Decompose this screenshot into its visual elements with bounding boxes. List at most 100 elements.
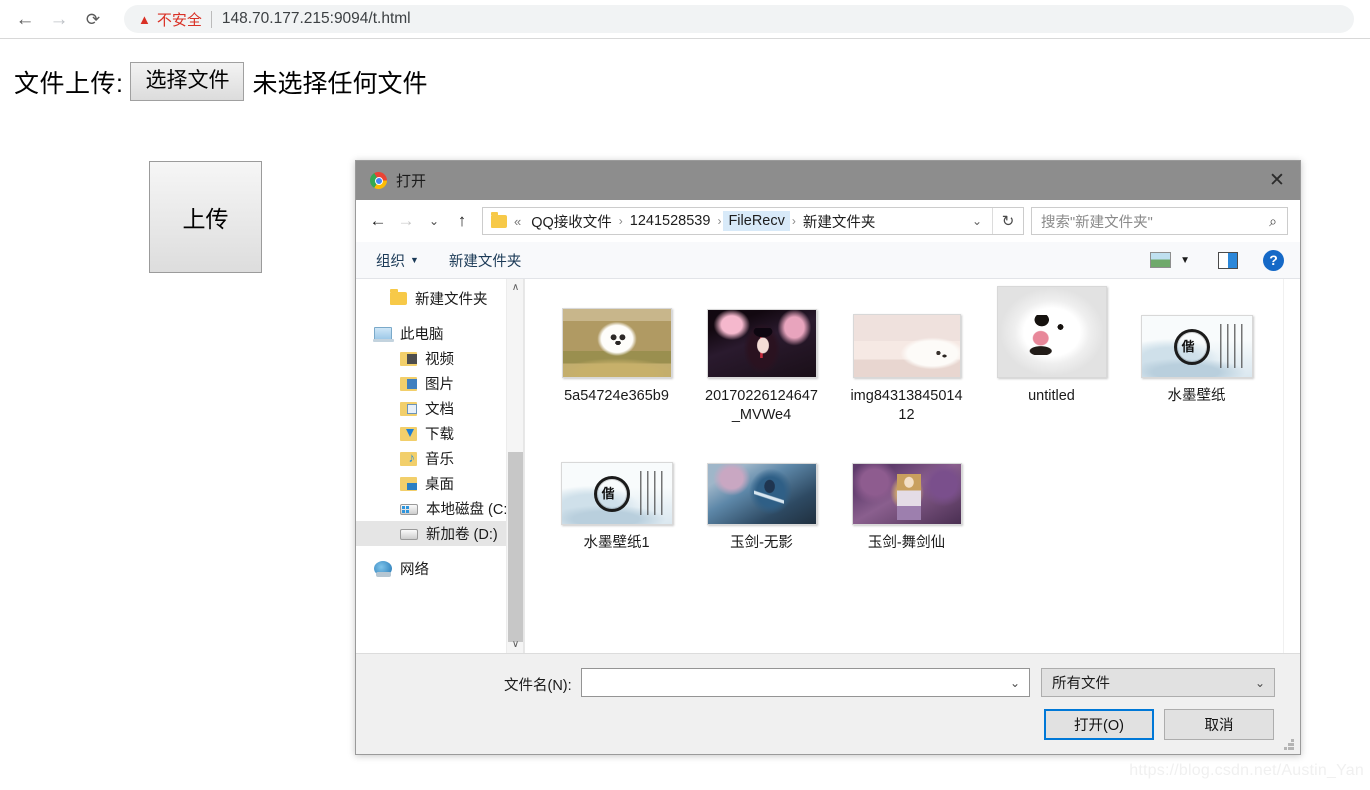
help-icon[interactable]: ?: [1263, 249, 1284, 271]
chevron-down-icon[interactable]: ∨: [507, 636, 524, 653]
breadcrumb-item-qq[interactable]: QQ接收文件: [526, 209, 617, 234]
tree-item-documents[interactable]: 文档: [356, 396, 524, 421]
tree-item-pictures[interactable]: 图片: [356, 371, 524, 396]
dialog-forward-button[interactable]: →: [392, 207, 420, 235]
ink-text-block: [639, 471, 666, 516]
browser-forward-button[interactable]: →: [42, 2, 76, 36]
tree-item-label: 桌面: [425, 477, 454, 493]
tree-item-label: 下载: [425, 427, 454, 443]
thumbnail-wrap: [852, 293, 961, 378]
file-list-scrollbar[interactable]: [1283, 279, 1300, 653]
file-item[interactable]: untitled: [980, 286, 1123, 424]
thumbnail-wrap: 偕: [1140, 293, 1253, 378]
tree-item-new-folder[interactable]: 新建文件夹: [356, 286, 524, 311]
up-one-level-button[interactable]: ↑: [448, 207, 476, 235]
search-icon[interactable]: ⌕: [1269, 213, 1287, 230]
cancel-button[interactable]: 取消: [1164, 709, 1274, 740]
omnibox-divider: [210, 10, 212, 28]
new-folder-button[interactable]: 新建文件夹: [449, 250, 522, 271]
search-placeholder: 搜索"新建文件夹": [1041, 214, 1153, 231]
breadcrumb-item-newfolder[interactable]: 新建文件夹: [798, 209, 881, 234]
filename-input[interactable]: ⌄: [581, 668, 1030, 697]
resize-grip-icon[interactable]: [1284, 739, 1295, 750]
chevron-down-icon[interactable]: ⌄: [1010, 676, 1020, 690]
open-button[interactable]: 打开(O): [1044, 709, 1154, 740]
organize-menu-button[interactable]: 组织 ▼: [376, 250, 419, 271]
network-icon: [374, 561, 392, 577]
downloads-folder-icon: [400, 426, 417, 441]
chevron-down-icon[interactable]: ▼: [1180, 255, 1190, 266]
thumbnail-wrap: [706, 293, 817, 378]
chevron-down-icon[interactable]: ⌄: [968, 214, 992, 228]
file-item[interactable]: 玉剑-舞剑仙: [835, 440, 978, 553]
refresh-icon[interactable]: ↻: [993, 208, 1023, 234]
browser-reload-button[interactable]: ⟳: [76, 2, 110, 36]
details-pane-icon[interactable]: [1218, 251, 1238, 269]
file-item[interactable]: 偕 水墨壁纸1: [545, 440, 688, 553]
dialog-command-toolbar: 组织 ▼ 新建文件夹 ▼ ?: [356, 242, 1300, 279]
organize-label: 组织: [376, 253, 405, 270]
tree-item-new-volume-d[interactable]: 新加卷 (D:): [356, 521, 524, 546]
ink-glyph: 偕: [601, 487, 615, 503]
file-thumbnail: [851, 463, 962, 526]
scrollbar-thumb[interactable]: [508, 452, 523, 642]
music-folder-icon: [400, 451, 417, 466]
breadcrumb-overflow[interactable]: «: [514, 214, 521, 229]
choose-file-button[interactable]: 选择文件: [130, 62, 245, 102]
pictures-folder-icon: [400, 376, 417, 391]
address-bar[interactable]: ▲ 不安全 148.70.177.215:9094/t.html: [124, 5, 1354, 33]
browser-back-button[interactable]: ←: [8, 2, 42, 36]
breadcrumb-item-filerecv[interactable]: FileRecv: [723, 211, 790, 231]
tree-item-label: 文档: [425, 402, 454, 418]
breadcrumb[interactable]: « QQ接收文件 › 1241528539 › FileRecv › 新建文件夹…: [482, 207, 1024, 235]
file-name-label: untitled: [1028, 388, 1075, 404]
folder-icon: [491, 211, 507, 228]
breadcrumb-item-qqnumber[interactable]: 1241528539: [625, 211, 716, 231]
dialog-title-bar: 打开 ✕: [356, 161, 1300, 200]
tree-item-downloads[interactable]: 下载: [356, 421, 524, 446]
recent-locations-button[interactable]: ⌄: [420, 207, 448, 235]
tree-item-music[interactable]: 音乐: [356, 446, 524, 471]
thumbnail-wrap: [996, 286, 1107, 378]
tree-scrollbar[interactable]: ∧ ∨: [506, 279, 524, 653]
file-name-label: 水墨壁纸: [1167, 388, 1226, 404]
documents-folder-icon: [400, 401, 417, 416]
tree-item-label: 视频: [425, 352, 454, 368]
thumbnail-wrap: 偕: [560, 440, 673, 526]
chevron-up-icon[interactable]: ∧: [507, 279, 524, 296]
close-icon[interactable]: ✕: [1254, 161, 1300, 200]
dialog-navigation-bar: ← → ⌄ ↑ « QQ接收文件 › 1241528539 › FileRecv…: [356, 200, 1300, 242]
file-item[interactable]: 偕 水墨壁纸: [1125, 293, 1268, 424]
thumbnail-wrap: [706, 440, 817, 526]
file-item[interactable]: 20170226124647_MVWe4: [690, 293, 833, 424]
file-name-label: 5a54724e365b9: [564, 388, 669, 404]
chevron-down-icon[interactable]: ⌄: [1255, 676, 1265, 690]
filename-label: 文件名(N):: [504, 678, 572, 694]
thumbnail-wrap: [561, 293, 672, 378]
file-item[interactable]: 5a54724e365b9: [545, 293, 688, 424]
preview-pane-icon[interactable]: [1150, 252, 1172, 268]
file-thumbnail: 偕: [560, 462, 673, 526]
ink-glyph: 偕: [1181, 340, 1195, 355]
file-list-pane[interactable]: 5a54724e365b9 20170226124647_MVWe4 img84…: [524, 279, 1300, 653]
tree-item-this-pc[interactable]: 此电脑: [356, 321, 524, 346]
file-type-select[interactable]: 所有文件 ⌄: [1041, 668, 1275, 697]
tree-item-videos[interactable]: 视频: [356, 346, 524, 371]
file-item[interactable]: img8431384501412: [835, 293, 978, 424]
tree-item-network[interactable]: 网络: [356, 556, 524, 581]
dialog-body: 新建文件夹 此电脑 视频 图片 文档 下载 ♪ 音乐 桌面 本地磁盘 (C:) …: [356, 279, 1300, 653]
toolbar-right-group: ▼ ?: [1150, 249, 1300, 271]
dialog-footer: 文件名(N): ⌄ 所有文件 ⌄ 打开(O) 取消: [356, 653, 1300, 754]
dialog-back-button[interactable]: ←: [364, 207, 392, 235]
this-pc-icon: [373, 327, 394, 342]
security-status-label: 不安全: [156, 11, 202, 29]
file-thumbnail: [561, 308, 672, 378]
file-grid: 5a54724e365b9 20170226124647_MVWe4 img84…: [545, 286, 1300, 569]
file-item[interactable]: 玉剑-无影: [690, 440, 833, 553]
tree-item-local-disk-c[interactable]: 本地磁盘 (C:): [356, 496, 524, 521]
tree-item-desktop[interactable]: 桌面: [356, 471, 524, 496]
upload-submit-button[interactable]: 上传: [149, 161, 262, 273]
file-name-label: 20170226124647_MVWe4: [705, 388, 818, 423]
search-input[interactable]: 搜索"新建文件夹" ⌕: [1031, 207, 1288, 235]
file-name-label: img8431384501412: [850, 388, 963, 423]
